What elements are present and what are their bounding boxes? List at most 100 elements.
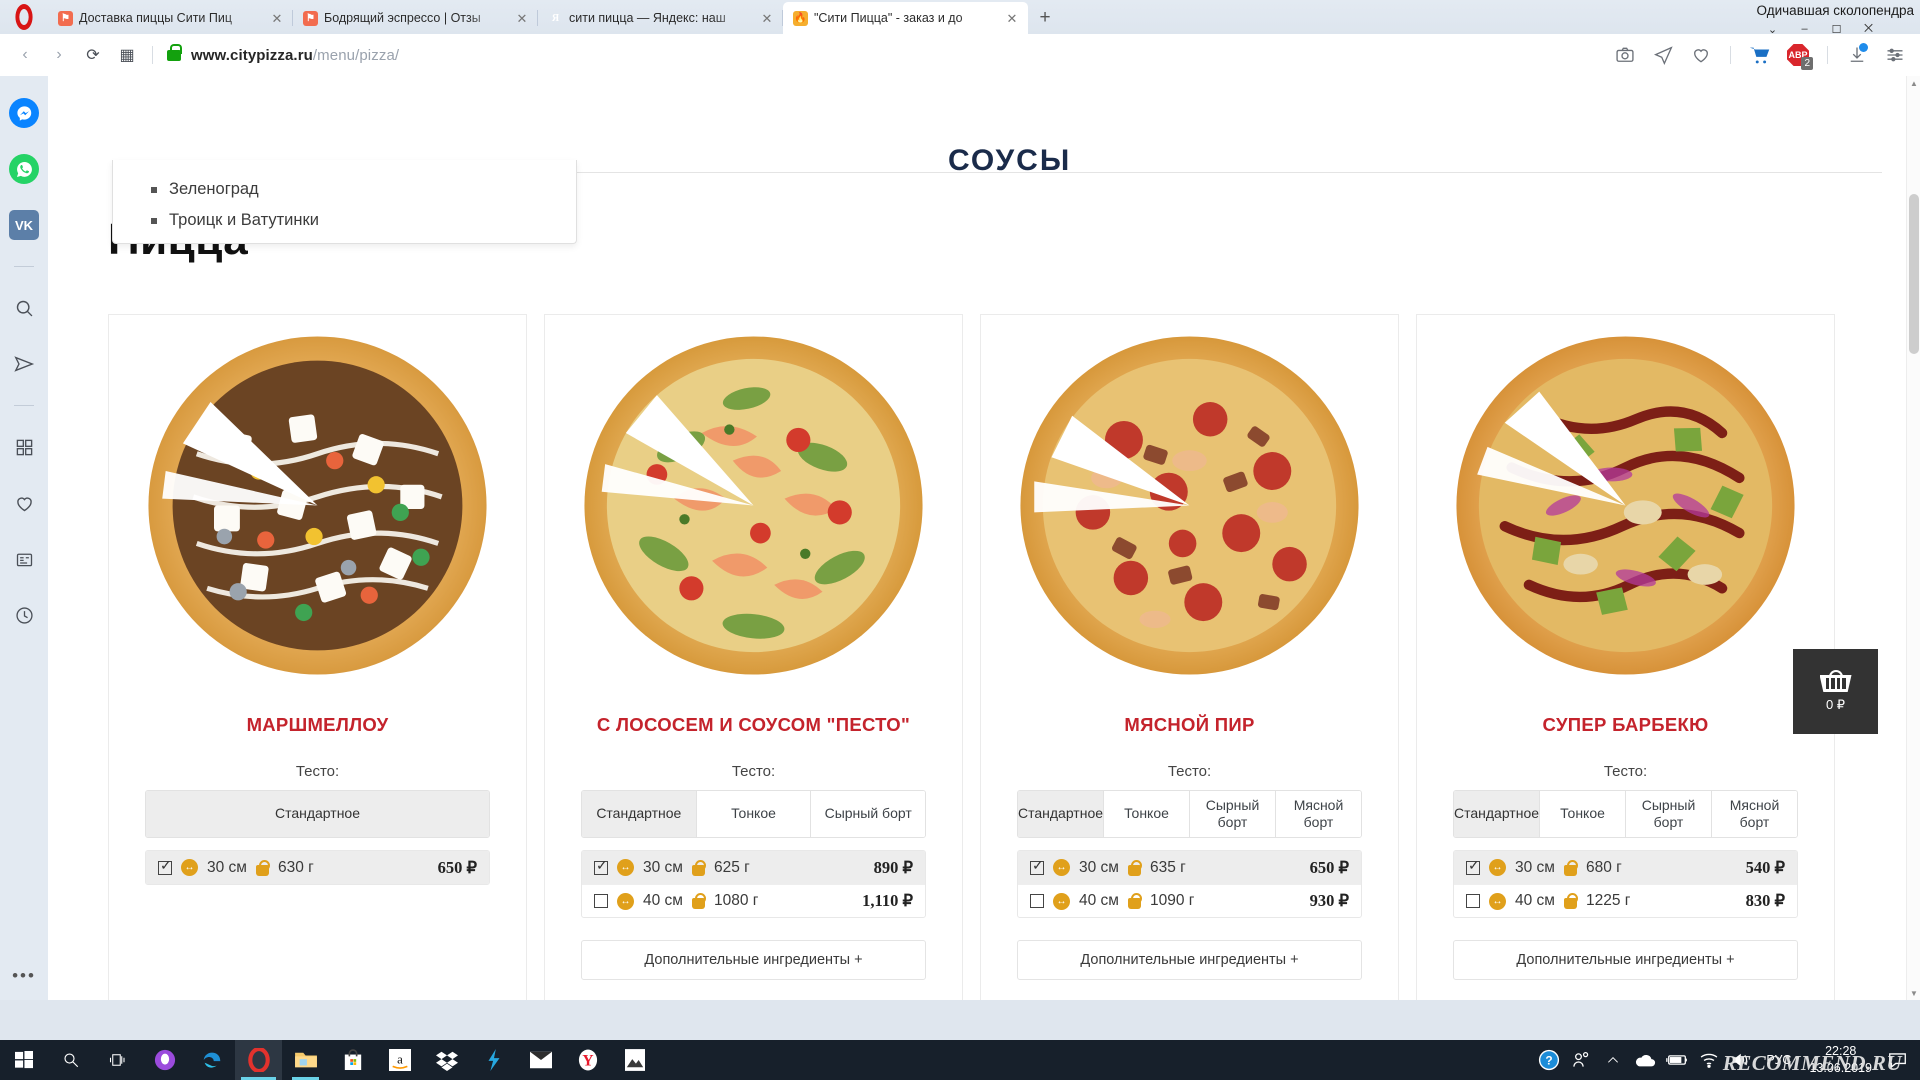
pizza-image-salmon[interactable] (581, 333, 926, 678)
crust-option[interactable]: Тонкое (1540, 791, 1626, 837)
sidebar-item-search[interactable] (9, 293, 39, 323)
address-bar[interactable]: www.citypizza.ru/menu/pizza/ (161, 43, 1608, 64)
size-option-row[interactable]: ↔ 40 см 1080 г 1,110 ₽ (582, 884, 925, 917)
task-view-icon[interactable] (94, 1040, 141, 1080)
tab-close-icon[interactable]: ✕ (269, 12, 285, 25)
checkbox-icon[interactable] (158, 857, 172, 875)
tab-close-icon[interactable]: ✕ (759, 12, 775, 25)
minimize-button[interactable]: ‒ (1789, 18, 1821, 40)
browser-tab-1[interactable]: ⚑ Доставка пиццы Сити Пиц ✕ (48, 2, 293, 34)
crust-option[interactable]: Мясной борт (1276, 791, 1361, 837)
crust-option[interactable]: Сырный борт (1190, 791, 1276, 837)
extra-ingredients-button[interactable]: Дополнительные ингредиенты + (581, 940, 926, 980)
scroll-down-icon[interactable]: ▼ (1907, 986, 1920, 1000)
chevron-down-icon[interactable]: ⌄ (1757, 18, 1789, 40)
size-selector: ↔ 30 см 630 г 650 ₽ (145, 850, 490, 885)
floating-cart-widget[interactable]: 0 ₽ (1793, 649, 1878, 734)
checkbox-icon[interactable] (1466, 857, 1480, 875)
close-button[interactable]: ⨉ (1853, 18, 1885, 40)
crust-option[interactable]: Тонкое (1104, 791, 1190, 837)
crust-option[interactable]: Стандартное (1454, 791, 1540, 837)
reload-button[interactable]: ⟳ (76, 38, 110, 72)
microsoft-store-icon[interactable] (329, 1040, 376, 1080)
weight-icon (691, 859, 706, 876)
size-option-row[interactable]: ↔ 30 см 625 г 890 ₽ (582, 851, 925, 884)
forward-button[interactable]: › (42, 38, 76, 72)
checkbox-icon[interactable] (594, 857, 608, 875)
settings-icon[interactable] (1878, 38, 1912, 72)
photos-icon[interactable] (611, 1040, 658, 1080)
tab-close-icon[interactable]: ✕ (1004, 12, 1020, 25)
wifi-icon[interactable] (1694, 1040, 1724, 1080)
size-option-row[interactable]: ↔ 30 см 630 г 650 ₽ (146, 851, 489, 884)
crust-option[interactable]: Мясной борт (1712, 791, 1797, 837)
sidebar-item-news[interactable] (9, 544, 39, 574)
checkbox-icon[interactable] (1030, 894, 1044, 908)
size-option-row[interactable]: ↔ 40 см 1090 г 930 ₽ (1018, 884, 1361, 917)
file-explorer-icon[interactable] (282, 1040, 329, 1080)
lightning-icon[interactable] (470, 1040, 517, 1080)
size-option-row[interactable]: ↔ 40 см 1225 г 830 ₽ (1454, 884, 1797, 917)
chevron-up-icon[interactable] (1598, 1040, 1628, 1080)
page-scrollbar[interactable]: ▲ ▼ (1906, 76, 1920, 1000)
pizza-image-meat[interactable] (1017, 333, 1362, 678)
browser-tab-3[interactable]: Я сити пицца — Яндекс: наш ✕ (537, 2, 783, 34)
taskbar-search-icon[interactable] (47, 1040, 94, 1080)
cart-icon[interactable] (1743, 38, 1777, 72)
profile-name[interactable]: Одичавшая сколопендра (1757, 0, 1920, 18)
mail-icon[interactable] (517, 1040, 564, 1080)
crust-option[interactable]: Стандартное (582, 791, 697, 837)
browser-tab-2[interactable]: ⚑ Бодрящий эспрессо | Отзы ✕ (292, 2, 538, 34)
new-tab-button[interactable]: + (1028, 2, 1062, 34)
sidebar-item-whatsapp[interactable] (9, 154, 39, 184)
crust-option[interactable]: Тонкое (696, 791, 812, 837)
yandex-browser-icon[interactable]: Y (564, 1040, 611, 1080)
crust-option[interactable]: Стандартное (1018, 791, 1104, 837)
pizza-image-bbq[interactable] (1453, 333, 1798, 678)
speed-dial-button[interactable]: ▦ (110, 38, 144, 72)
battery-icon[interactable] (1662, 1040, 1692, 1080)
pizza-image-marshmallow[interactable] (145, 333, 490, 678)
cortana-icon[interactable] (141, 1040, 188, 1080)
size-option-row[interactable]: ↔ 30 см 680 г 540 ₽ (1454, 851, 1797, 884)
adblock-icon[interactable]: ABP 2 (1781, 38, 1815, 72)
sidebar-more-button[interactable]: ••• (12, 966, 36, 986)
back-button[interactable]: ‹ (8, 38, 42, 72)
checkbox-icon[interactable] (1466, 894, 1480, 908)
checkbox-icon[interactable] (594, 894, 608, 908)
crust-option[interactable]: Сырный борт (811, 791, 925, 837)
dropdown-item-zelenograd[interactable]: Зеленоград (113, 174, 576, 205)
weight-icon (255, 859, 270, 876)
extra-ingredients-button[interactable]: Дополнительные ингредиенты + (1453, 940, 1798, 980)
dropdown-item-troitsk[interactable]: Троицк и Ватутинки (113, 205, 576, 236)
onedrive-icon[interactable] (1630, 1040, 1660, 1080)
sidebar-item-speeddial[interactable] (9, 432, 39, 462)
sidebar-item-history[interactable] (9, 600, 39, 630)
size-diameter: 40 см (1079, 892, 1119, 909)
people-icon[interactable] (1566, 1040, 1596, 1080)
scroll-up-icon[interactable]: ▲ (1907, 76, 1920, 90)
tab-close-icon[interactable]: ✕ (514, 12, 530, 25)
heart-icon[interactable] (1684, 38, 1718, 72)
checkbox-icon[interactable] (1030, 857, 1044, 875)
edge-icon[interactable] (188, 1040, 235, 1080)
scrollbar-thumb[interactable] (1909, 194, 1919, 354)
sidebar-item-favorites[interactable] (9, 488, 39, 518)
start-button[interactable] (0, 1040, 47, 1080)
amazon-icon[interactable]: a (376, 1040, 423, 1080)
help-icon[interactable]: ? (1534, 1040, 1564, 1080)
browser-tab-4-active[interactable]: 🔥 "Сити Пицца" - заказ и до ✕ (782, 2, 1028, 34)
maximize-button[interactable]: ☐ (1821, 18, 1853, 40)
sidebar-item-send[interactable] (9, 349, 39, 379)
opera-taskbar-icon[interactable] (235, 1040, 282, 1080)
size-option-row[interactable]: ↔ 30 см 635 г 650 ₽ (1018, 851, 1361, 884)
dropbox-icon[interactable] (423, 1040, 470, 1080)
camera-icon[interactable] (1608, 38, 1642, 72)
crust-option[interactable]: Сырный борт (1626, 791, 1712, 837)
share-icon[interactable] (1646, 38, 1680, 72)
sidebar-item-vk[interactable]: VK (9, 210, 39, 240)
download-icon[interactable] (1840, 38, 1874, 72)
sidebar-item-messenger[interactable] (9, 98, 39, 128)
crust-option[interactable]: Стандартное (146, 791, 489, 837)
extra-ingredients-button[interactable]: Дополнительные ингредиенты + (1017, 940, 1362, 980)
